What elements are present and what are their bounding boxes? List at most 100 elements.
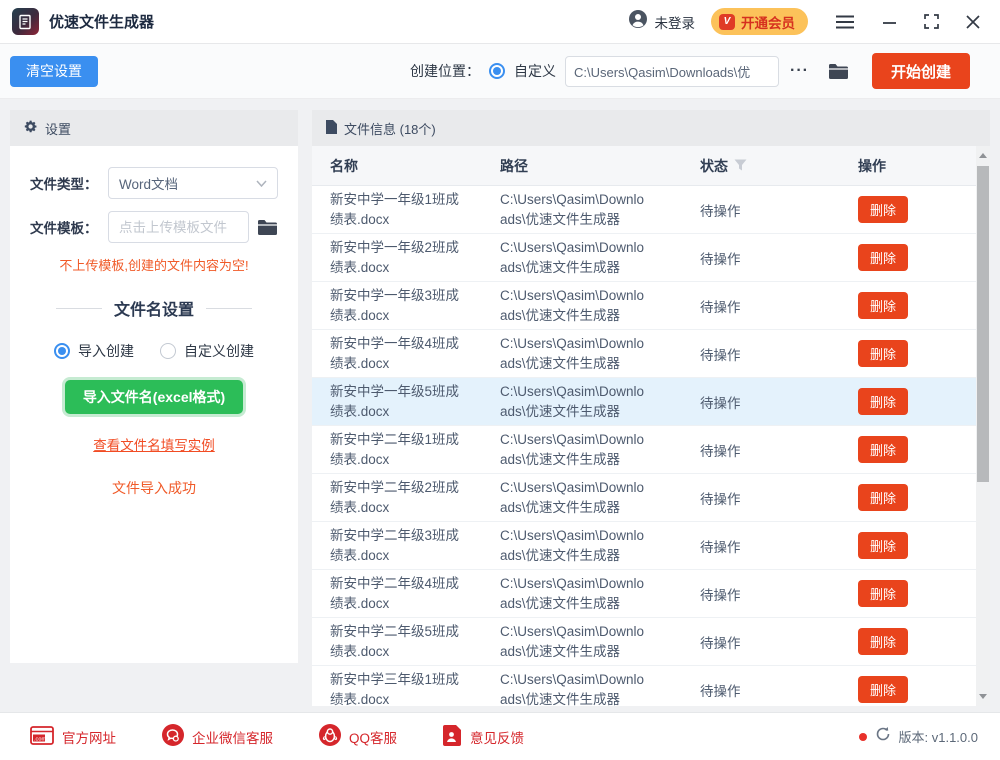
table-row[interactable]: 新安中学三年级1班成绩表.docx C:\Users\Qasim\Download… (312, 666, 976, 706)
file-status-cell: 待操作 (700, 443, 741, 459)
qq-service-link[interactable]: QQ客服 (319, 724, 397, 749)
minimize-button[interactable] (882, 15, 897, 29)
file-path-cell: C:\Users\Qasim\Downloads\优速文件生成器 (500, 191, 645, 227)
start-create-button[interactable]: 开始创建 (871, 53, 970, 89)
file-status-cell: 待操作 (700, 635, 741, 651)
delete-button[interactable]: 删除 (858, 628, 909, 655)
refresh-icon[interactable] (875, 726, 891, 747)
wechat-icon (162, 724, 184, 749)
table-row[interactable]: 新安中学一年级1班成绩表.docx C:\Users\Qasim\Download… (312, 186, 976, 234)
document-icon (325, 119, 337, 137)
table-row[interactable]: 新安中学二年级2班成绩表.docx C:\Users\Qasim\Download… (312, 474, 976, 522)
delete-button[interactable]: 删除 (858, 484, 909, 511)
vip-button[interactable]: V 开通会员 (711, 8, 808, 35)
file-info-panel: 文件信息 (18个) 名称 路径 状态 操作 新安中学一年级1班成绩表.docx… (312, 110, 990, 706)
filter-icon[interactable] (734, 158, 747, 174)
file-status-cell: 待操作 (700, 491, 741, 507)
delete-button[interactable]: 删除 (858, 196, 909, 223)
footer-bar: .com 官方网址 企业微信客服 QQ客服 意见反馈 版本: v1.1.0.0 (0, 712, 1000, 760)
import-create-radio[interactable] (54, 343, 70, 359)
login-area[interactable]: 未登录 (628, 9, 696, 34)
file-path-cell: C:\Users\Qasim\Downloads\优速文件生成器 (500, 287, 645, 323)
delete-button[interactable]: 删除 (858, 580, 909, 607)
version-label: 版本: v1.1.0.0 (898, 730, 978, 745)
table-row[interactable]: 新安中学二年级3班成绩表.docx C:\Users\Qasim\Download… (312, 522, 976, 570)
custom-location-radio[interactable] (489, 63, 505, 79)
open-folder-icon[interactable] (828, 63, 849, 80)
file-action-cell: 删除 (858, 628, 976, 655)
file-name-cell: 新安中学二年级5班成绩表.docx (330, 623, 460, 659)
login-status: 未登录 (654, 15, 696, 31)
file-name-cell: 新安中学一年级4班成绩表.docx (330, 335, 460, 371)
filename-settings-heading: 文件名设置 (30, 296, 278, 320)
custom-create-label: 自定义创建 (184, 343, 254, 359)
feedback-icon (443, 724, 462, 749)
file-name-cell: 新安中学二年级4班成绩表.docx (330, 575, 460, 611)
import-filenames-button[interactable]: 导入文件名(excel格式) (64, 380, 244, 414)
table-row[interactable]: 新安中学二年级5班成绩表.docx C:\Users\Qasim\Download… (312, 618, 976, 666)
file-status-cell: 待操作 (700, 251, 741, 267)
file-name-cell: 新安中学一年级2班成绩表.docx (330, 239, 460, 275)
file-action-cell: 删除 (858, 676, 976, 703)
qq-icon (319, 724, 341, 749)
file-name-cell: 新安中学二年级3班成绩表.docx (330, 527, 460, 563)
file-status-cell: 待操作 (700, 395, 741, 411)
custom-location-label: 自定义 (514, 63, 556, 79)
delete-button[interactable]: 删除 (858, 244, 909, 271)
file-path-cell: C:\Users\Qasim\Downloads\优速文件生成器 (500, 383, 645, 419)
clear-settings-button[interactable]: 清空设置 (10, 55, 98, 87)
file-status-cell: 待操作 (700, 299, 741, 315)
import-success-message: 文件导入成功 (112, 480, 196, 496)
file-path-cell: C:\Users\Qasim\Downloads\优速文件生成器 (500, 527, 645, 563)
maximize-button[interactable] (924, 14, 939, 29)
filename-example-link[interactable]: 查看文件名填写实例 (30, 434, 278, 454)
official-website-link[interactable]: .com 官方网址 (30, 725, 116, 748)
delete-button[interactable]: 删除 (858, 436, 909, 463)
table-row[interactable]: 新安中学一年级4班成绩表.docx C:\Users\Qasim\Download… (312, 330, 976, 378)
table-row[interactable]: 新安中学一年级5班成绩表.docx C:\Users\Qasim\Download… (312, 378, 976, 426)
feedback-link[interactable]: 意见反馈 (443, 724, 524, 749)
table-row[interactable]: 新安中学一年级3班成绩表.docx C:\Users\Qasim\Download… (312, 282, 976, 330)
file-path-cell: C:\Users\Qasim\Downloads\优速文件生成器 (500, 239, 645, 275)
delete-button[interactable]: 删除 (858, 340, 909, 367)
delete-button[interactable]: 删除 (858, 532, 909, 559)
wechat-service-link[interactable]: 企业微信客服 (162, 724, 273, 749)
file-path-cell: C:\Users\Qasim\Downloads\优速文件生成器 (500, 671, 645, 707)
file-type-select[interactable]: Word文档 (108, 167, 278, 199)
create-location-label: 创建位置： (410, 63, 480, 79)
file-name-cell: 新安中学二年级2班成绩表.docx (330, 479, 460, 515)
scroll-down-icon[interactable] (979, 694, 987, 699)
scrollbar-thumb[interactable] (977, 166, 989, 482)
delete-button[interactable]: 删除 (858, 292, 909, 319)
gear-icon (23, 119, 38, 137)
menu-button[interactable] (835, 15, 855, 29)
delete-button[interactable]: 删除 (858, 388, 909, 415)
table-scrollbar[interactable] (976, 146, 990, 706)
table-header: 名称 路径 状态 操作 (312, 146, 990, 186)
file-path-cell: C:\Users\Qasim\Downloads\优速文件生成器 (500, 335, 645, 371)
column-header-name: 名称 (330, 157, 358, 174)
import-create-label: 导入创建 (78, 343, 134, 359)
file-action-cell: 删除 (858, 244, 976, 271)
file-info-title: 文件信息 (18个) (344, 121, 436, 137)
template-folder-icon[interactable] (257, 219, 278, 236)
scroll-up-icon[interactable] (979, 153, 987, 158)
location-path-input[interactable] (565, 55, 779, 87)
toolbar: 清空设置 创建位置： 自定义 ··· 开始创建 (0, 44, 1000, 99)
table-row[interactable]: 新安中学二年级4班成绩表.docx C:\Users\Qasim\Download… (312, 570, 976, 618)
file-name-cell: 新安中学一年级1班成绩表.docx (330, 191, 460, 227)
custom-create-radio[interactable] (160, 343, 176, 359)
browse-more-button[interactable]: ··· (788, 62, 811, 80)
app-logo-icon (12, 8, 39, 35)
status-dot (858, 732, 867, 741)
close-button[interactable] (966, 14, 980, 29)
file-path-cell: C:\Users\Qasim\Downloads\优速文件生成器 (500, 479, 645, 515)
table-row[interactable]: 新安中学一年级2班成绩表.docx C:\Users\Qasim\Download… (312, 234, 976, 282)
file-action-cell: 删除 (858, 196, 976, 223)
column-header-path: 路径 (500, 157, 528, 174)
file-type-value: Word文档 (119, 177, 179, 192)
table-row[interactable]: 新安中学二年级1班成绩表.docx C:\Users\Qasim\Download… (312, 426, 976, 474)
delete-button[interactable]: 删除 (858, 676, 909, 703)
file-status-cell: 待操作 (700, 587, 741, 603)
template-upload-input[interactable] (108, 211, 249, 243)
